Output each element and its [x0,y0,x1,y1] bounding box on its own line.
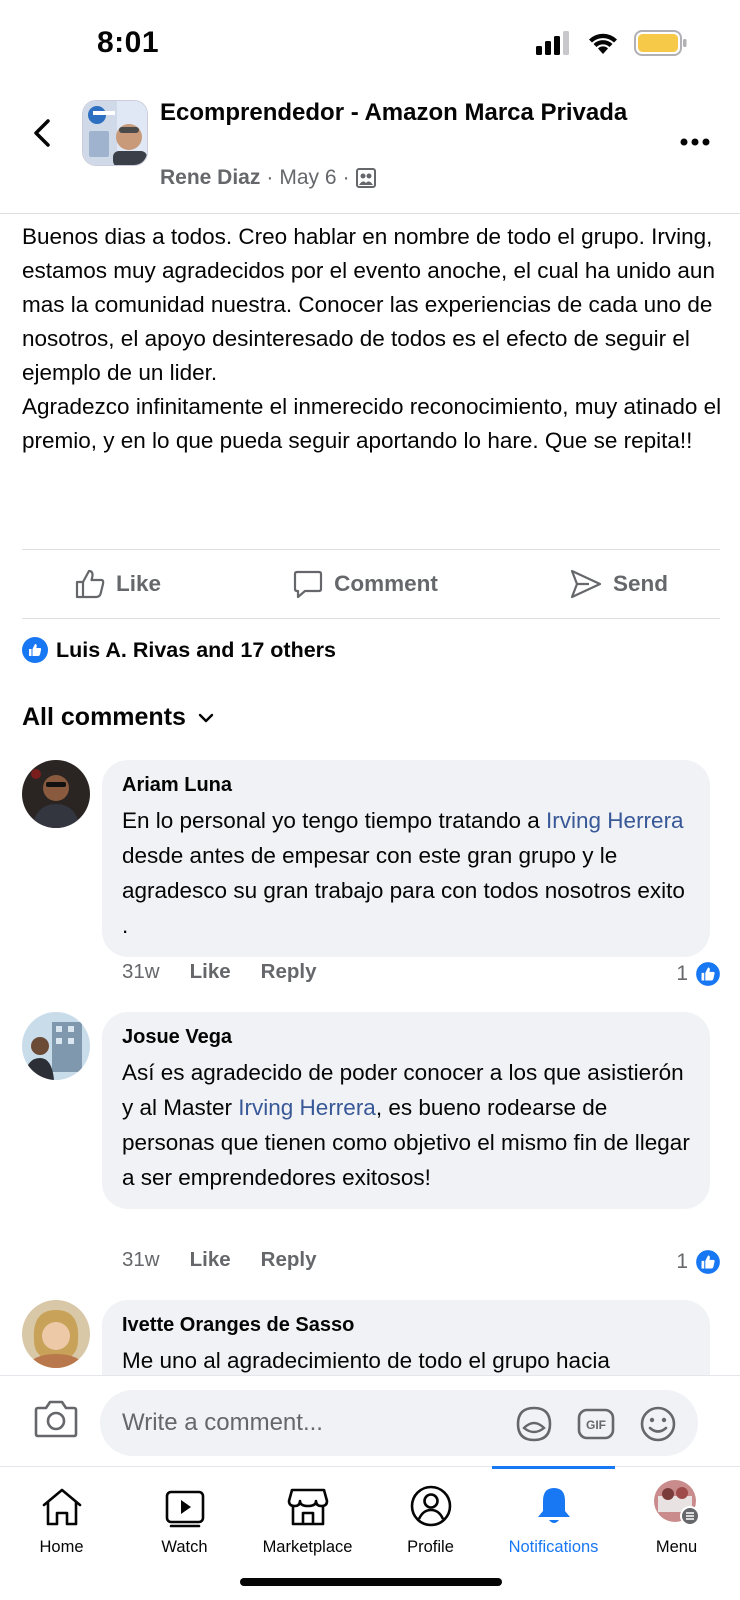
avatar-sticker-icon[interactable] [514,1404,554,1444]
mention-link[interactable]: Irving Herrera [546,808,684,833]
mention-link[interactable]: Irving Herrera [238,1095,376,1120]
camera-icon [34,1400,78,1438]
comment-button[interactable]: Comment [292,568,438,600]
comment-text: Así es agradecido de poder conocer a los… [122,1060,690,1190]
bottom-nav: Home Watch Marketplace Profile Notificat… [0,1466,740,1600]
like-button[interactable]: Like [74,568,161,600]
like-label: Like [116,571,162,596]
battery-icon [634,30,687,56]
like-reaction-icon [22,637,48,663]
group-avatar[interactable] [82,100,148,166]
comment-reaction-count[interactable]: 1 [676,960,722,988]
more-options-button[interactable] [680,122,710,153]
comment-bubble[interactable]: Josue Vega Así es agradecido de poder co… [102,1012,710,1209]
meta-separator-2: · [342,166,350,189]
profile-icon [410,1485,451,1527]
comment: Ariam Luna En lo personal yo tengo tiemp… [22,760,722,1000]
send-icon [570,569,602,599]
post-date[interactable]: May 6 [279,166,336,190]
comment-composer: GIF [0,1375,740,1465]
avatar[interactable] [22,1300,90,1368]
status-bar: 8:01 [0,0,740,90]
post-header: Ecomprendedor - Amazon Marca Privada Ren… [0,92,740,214]
comment: Ivette Oranges de Sasso Me uno al agrade… [22,1300,722,1375]
signal-icon [536,31,569,55]
commenter-name[interactable]: Josue Vega [122,1026,690,1049]
comment-bubble[interactable]: Ivette Oranges de Sasso Me uno al agrade… [102,1300,710,1375]
marketplace-store-icon [287,1488,328,1526]
group-privacy-icon [355,168,376,188]
post-body: Buenos dias a todos. Creo hablar en nomb… [22,220,722,458]
nav-marketplace-label: Marketplace [262,1538,353,1556]
gif-icon[interactable]: GIF [576,1404,616,1444]
comment-bubble-icon [294,570,323,599]
group-name[interactable]: Ecomprendedor - Amazon Marca Privada [160,96,640,130]
send-label: Send [612,571,668,596]
comment-label: Comment [334,571,438,596]
comments-filter-dropdown[interactable]: All comments [22,703,214,732]
comment-reply-button[interactable]: Reply [261,1248,317,1272]
comment-time: 31w [122,1248,160,1271]
bell-icon [537,1488,570,1523]
comment-text: En lo personal yo tengo tiempo tratando … [122,808,685,938]
comment-text: Me uno al agradecimiento de todo el grup… [122,1348,610,1373]
comment-like-button[interactable]: Like [190,960,231,984]
nav-marketplace[interactable]: Marketplace [246,1467,369,1557]
nav-watch[interactable]: Watch [123,1467,246,1557]
comment: Josue Vega Así es agradecido de poder co… [22,1012,722,1297]
svg-text:GIF: GIF [586,1418,606,1432]
post-action-bar: Like Comment Send [22,549,720,619]
back-button[interactable] [28,118,58,148]
watch-video-icon [165,1490,204,1528]
send-button[interactable]: Send [569,568,668,600]
more-horizontal-icon [680,138,710,146]
post-meta: Rene Diaz · May 6 · [160,166,376,190]
nav-profile[interactable]: Profile [369,1467,492,1557]
like-reaction-icon [694,1248,722,1276]
commenter-name[interactable]: Ivette Oranges de Sasso [122,1314,690,1337]
emoji-icon[interactable] [638,1404,678,1444]
nav-watch-label: Watch [161,1538,208,1556]
comment-like-button[interactable]: Like [190,1248,231,1272]
nav-menu-label: Menu [655,1538,698,1556]
composer-icons: GIF [514,1404,678,1444]
comment-bubble[interactable]: Ariam Luna En lo personal yo tengo tiemp… [102,760,710,957]
nav-home[interactable]: Home [0,1467,123,1557]
chevron-left-icon [34,119,50,147]
reactions-summary[interactable]: Luis A. Rivas and 17 others [22,637,336,663]
commenter-name[interactable]: Ariam Luna [122,774,690,797]
comment-meta: 31w Like Reply [122,1248,316,1272]
post-paragraph: Buenos dias a todos. Creo hablar en nomb… [22,224,715,385]
status-icons [536,30,688,56]
post-paragraph: Agradezco infinitamente el inmerecido re… [22,394,722,453]
nav-notifications[interactable]: Notifications [492,1466,615,1557]
camera-button[interactable] [34,1398,78,1443]
nav-home-label: Home [39,1538,84,1556]
wifi-icon [589,33,617,54]
comment-reaction-count[interactable]: 1 [676,1248,722,1276]
comments-filter-label: All comments [22,703,186,731]
status-time: 8:01 [97,26,160,59]
nav-notifications-label: Notifications [508,1538,599,1556]
meta-separator: · [266,166,274,189]
reactions-text: Luis A. Rivas and 17 others [56,637,336,662]
comment-meta: 31w Like Reply [122,960,316,984]
nav-profile-label: Profile [407,1538,454,1556]
post-author[interactable]: Rene Diaz [160,166,260,190]
menu-profile-avatar-icon [653,1480,700,1526]
comment-reply-button[interactable]: Reply [261,960,317,984]
like-reaction-icon [694,960,722,988]
nav-menu[interactable]: Menu [615,1467,738,1557]
avatar[interactable] [22,760,90,828]
chevron-down-icon [198,713,214,722]
home-icon [42,1488,81,1526]
thumbs-up-icon [75,569,105,599]
comment-time: 31w [122,960,160,983]
avatar[interactable] [22,1012,90,1080]
home-indicator [240,1578,502,1586]
